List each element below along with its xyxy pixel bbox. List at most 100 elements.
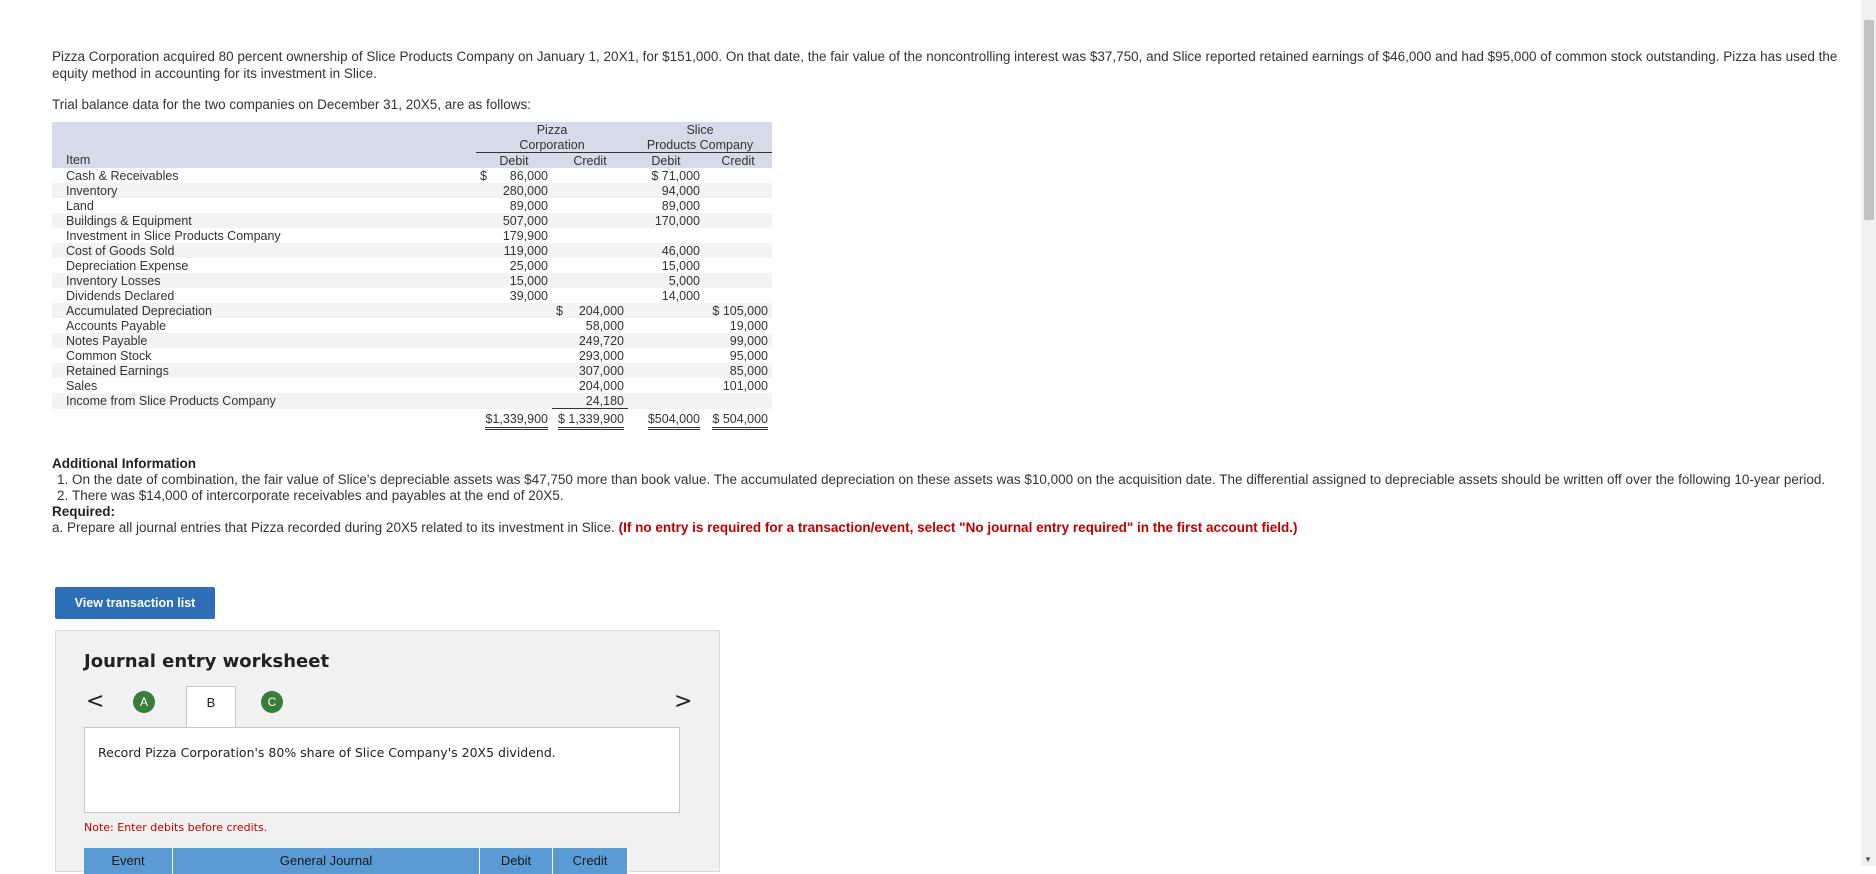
pizza-debit-cell: 15,000: [476, 273, 552, 288]
pizza-debit-header: Debit: [476, 152, 552, 168]
pizza-credit-value: 307,000: [578, 363, 624, 378]
general-journal-column-header: General Journal: [173, 848, 480, 874]
trial-balance-label: Trial balance data for the two companies…: [52, 97, 532, 112]
tab-a-completed[interactable]: A: [133, 691, 155, 713]
row-item: Accounts Payable: [66, 318, 167, 333]
pizza-debit-cell: [476, 378, 552, 393]
slice-credit-cell: [704, 168, 772, 183]
slice-debit-cell: [628, 378, 704, 393]
total-s-credit: $ 504,000: [704, 409, 772, 431]
slice-credit-cell: [704, 243, 772, 258]
pizza-debit-cell: 179,900: [476, 228, 552, 243]
trial-balance-row: Cash & Receivables $86,000 $ 71,000: [52, 168, 772, 183]
additional-information: Additional Information On the date of co…: [52, 456, 1852, 536]
slice-credit-cell: $ 105,000: [704, 303, 772, 318]
row-item: Depreciation Expense: [66, 258, 189, 273]
slice-credit-header: Credit: [704, 152, 772, 168]
pizza-credit-value: 58,000: [585, 318, 624, 333]
additional-heading: Additional Information: [52, 456, 196, 471]
trial-balance-row: Cost of Goods Sold 119,000 46,000: [52, 243, 772, 258]
pizza-debit-value: 89,000: [509, 198, 548, 213]
view-transaction-list-button[interactable]: View transaction list: [55, 587, 215, 619]
slice-debit-cell: 46,000: [628, 243, 704, 258]
pizza-debit-cell: [476, 363, 552, 378]
total-s-debit: $504,000: [628, 409, 704, 431]
problem-content: Pizza Corporation acquired 80 percent ow…: [52, 48, 1852, 536]
pizza-credit-cell: 249,720: [552, 333, 628, 348]
slice-credit-cell: [704, 288, 772, 303]
pizza-credit-cell: [552, 243, 628, 258]
row-item: Buildings & Equipment: [52, 213, 476, 228]
slice-debit-cell: [628, 363, 704, 378]
next-arrow-icon[interactable]: >: [674, 689, 692, 714]
tab-c-completed[interactable]: C: [261, 691, 283, 713]
scroll-down-icon[interactable]: ▼: [1864, 855, 1872, 864]
trial-balance-row: Income from Slice Products Company 24,180: [52, 393, 772, 409]
slice-debit-cell: 15,000: [661, 258, 700, 273]
pizza-credit-cell: [552, 198, 628, 213]
slice-credit-cell: 101,000: [722, 378, 768, 393]
total-value: $504,000: [647, 412, 700, 430]
entry-description-box: Record Pizza Corporation's 80% share of …: [84, 727, 680, 813]
pizza-debit-cell: [476, 303, 552, 318]
required-text: a. Prepare all journal entries that Pizz…: [52, 520, 615, 535]
slice-debit-cell: [628, 333, 704, 348]
credit-column-header: Credit: [553, 848, 628, 874]
slice-credit-cell: [704, 273, 772, 288]
slice-credit-cell: [704, 183, 772, 198]
row-item: Land: [66, 198, 94, 213]
row-item: Common Stock: [66, 348, 152, 363]
slice-debit-cell: [628, 303, 704, 318]
pizza-header-1: Pizza: [476, 122, 628, 137]
journal-entry-worksheet: Journal entry worksheet < A B C > Record…: [55, 630, 720, 874]
row-item: Dividends Declared: [66, 288, 175, 303]
currency-symbol: $: [556, 303, 563, 318]
slice-credit-cell: [704, 393, 772, 409]
slice-debit-cell: $ 71,000: [651, 168, 700, 183]
pizza-debit-cell: 25,000: [476, 258, 552, 273]
slice-credit-cell: 99,000: [704, 333, 772, 348]
pizza-debit-cell: [476, 318, 552, 333]
pizza-credit-cell: 24,180: [552, 393, 628, 409]
row-item: Sales: [66, 378, 98, 393]
slice-credit-cell: 95,000: [729, 348, 768, 363]
slice-debit-cell: 94,000: [628, 183, 704, 198]
slice-credit-cell: 19,000: [729, 318, 768, 333]
total-p-debit: $1,339,900: [476, 409, 552, 431]
prev-arrow-icon[interactable]: <: [86, 689, 104, 714]
pizza-credit-value: 249,720: [578, 333, 624, 348]
pizza-debit-cell: 39,000: [476, 288, 552, 303]
slice-debit-cell: 5,000: [628, 273, 704, 288]
pizza-credit-cell: 307,000: [552, 363, 628, 378]
pizza-credit-cell: [552, 228, 628, 243]
trial-balance-row: Land 89,000 89,000: [52, 198, 772, 213]
required-note: (If no entry is required for a transacti…: [618, 520, 1298, 535]
pizza-credit-cell: 204,000: [552, 378, 628, 393]
slice-debit-cell: 170,000: [628, 213, 704, 228]
pizza-credit-cell: [552, 288, 628, 303]
row-item: Accumulated Depreciation: [52, 303, 476, 318]
pizza-debit-value: 179,900: [502, 228, 548, 243]
trial-balance-row: Accumulated Depreciation $204,000 $ 105,00…: [52, 303, 772, 318]
slice-debit-cell: [628, 228, 704, 243]
page-scrollbar[interactable]: ▼: [1861, 0, 1876, 866]
additional-list: On the date of combination, the fair val…: [52, 472, 1852, 504]
trial-balance-row: Buildings & Equipment 507,000 170,000: [52, 213, 772, 228]
total-p-credit: $ 1,339,900: [552, 409, 628, 430]
intro-paragraph: Pizza Corporation acquired 80 percent ow…: [52, 49, 1838, 81]
tab-b-active[interactable]: B: [186, 686, 236, 727]
item-column-header: Item: [52, 152, 476, 168]
scrollbar-thumb[interactable]: [1864, 20, 1874, 220]
pizza-debit-value: 39,000: [509, 288, 548, 303]
pizza-debit-cell: $86,000: [476, 168, 552, 183]
row-item: Cost of Goods Sold: [52, 243, 476, 258]
debit-column-header: Debit: [480, 848, 553, 874]
row-item: Income from Slice Products Company: [52, 393, 476, 409]
trial-balance-row: Sales 204,000 101,000: [52, 378, 772, 393]
slice-debit-cell: [628, 318, 704, 333]
totals-row: $1,339,900 $ 1,339,900 $504,000 $ 504,000: [52, 409, 772, 431]
pizza-debit-value: 86,000: [509, 168, 548, 183]
pizza-debit-cell: [476, 348, 552, 363]
row-item: Inventory: [52, 183, 476, 198]
total-value: $ 504,000: [712, 412, 768, 430]
